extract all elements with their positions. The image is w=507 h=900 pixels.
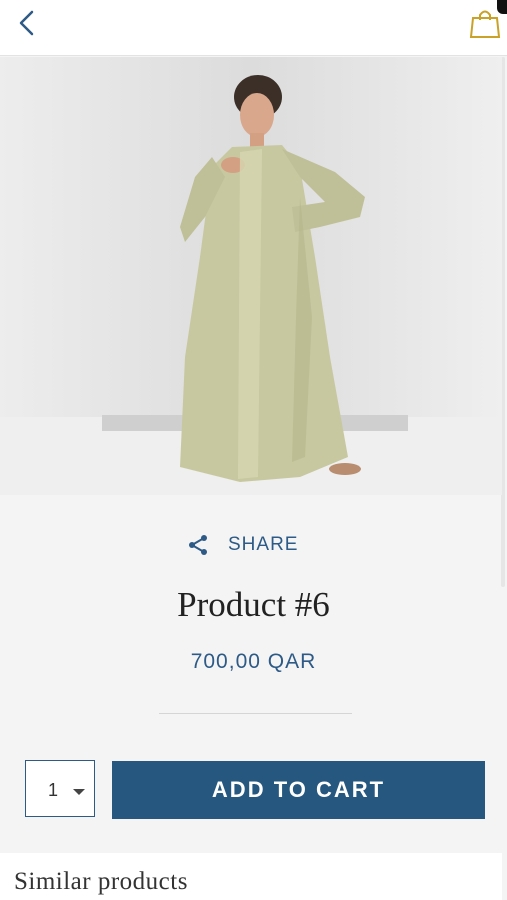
shopping-bag-icon[interactable] — [469, 7, 501, 39]
quantity-select[interactable]: 1 — [25, 760, 95, 817]
model-figure — [180, 75, 365, 482]
share-label: SHARE — [228, 534, 299, 555]
share-button[interactable]: SHARE — [186, 530, 298, 560]
similar-products-heading: Similar products — [14, 868, 188, 895]
product-price: 700,00 QAR — [190, 650, 317, 673]
quantity-value: 1 — [48, 780, 59, 800]
add-to-cart-button[interactable]: ADD TO CART — [112, 761, 485, 819]
top-bar — [0, 0, 507, 56]
divider — [159, 713, 352, 714]
chevron-down-icon — [73, 789, 85, 795]
chevron-left-icon[interactable] — [12, 8, 42, 38]
product-image[interactable] — [0, 57, 502, 495]
product-title: Product #6 — [177, 585, 330, 624]
share-icon — [189, 535, 207, 555]
scroll-indicator — [497, 0, 507, 14]
